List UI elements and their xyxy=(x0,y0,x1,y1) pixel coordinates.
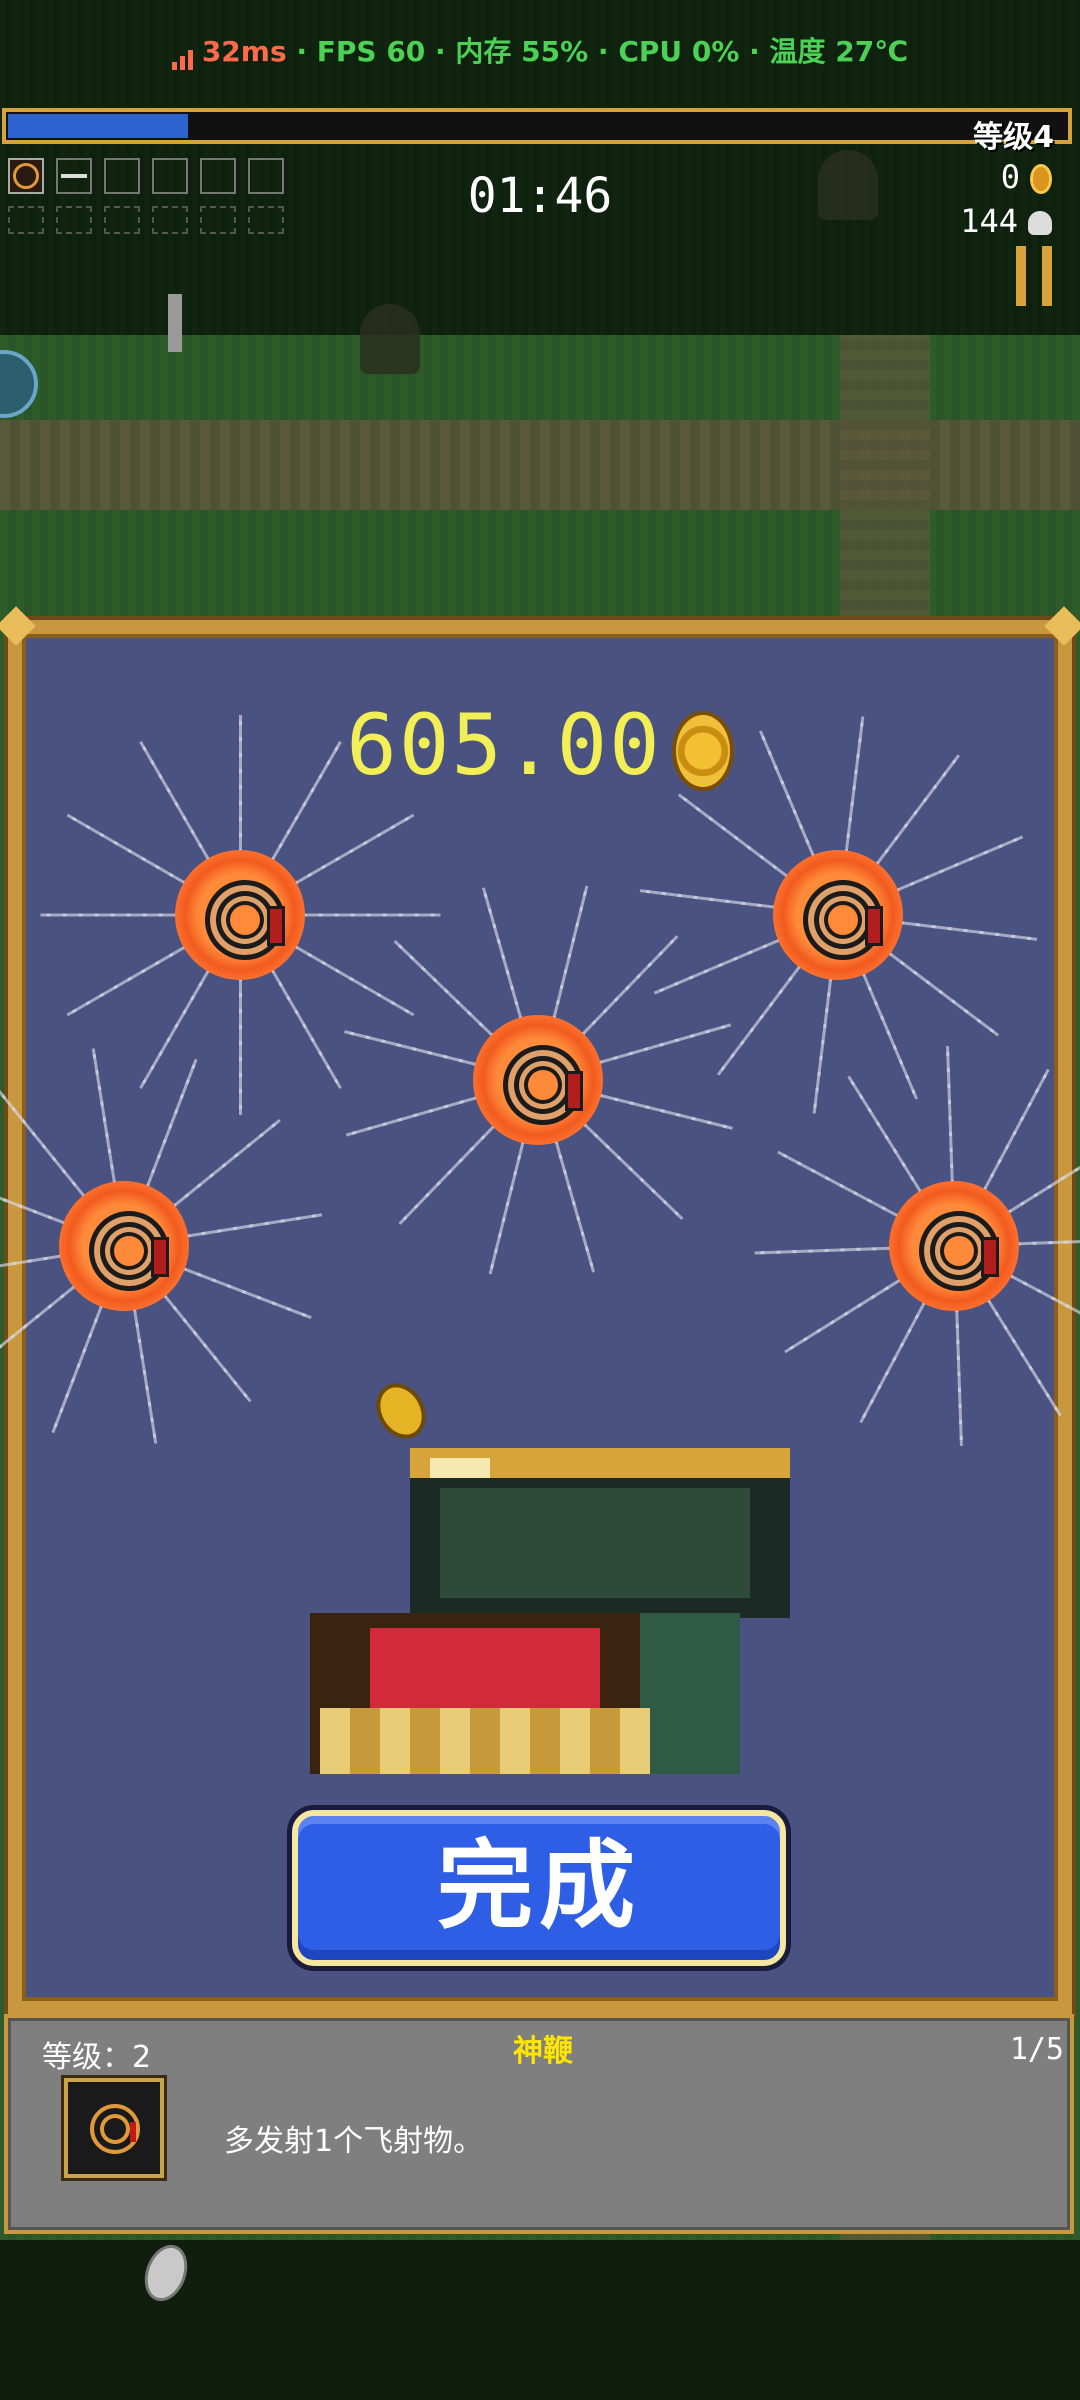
item-count: 1/5 xyxy=(1009,2032,1064,2067)
chest-side xyxy=(640,1613,740,1774)
survival-timer: 01:46 xyxy=(467,168,613,224)
item-name: 神鞭 xyxy=(513,2034,573,2069)
pause-icon xyxy=(1042,246,1052,306)
performance-stats-text: · FPS 60 · 内存 55% · CPU 0% · 温度 27℃ xyxy=(286,35,909,68)
chest-lid-highlight xyxy=(430,1458,490,1478)
chest-lid-inner xyxy=(440,1488,750,1598)
experience-fill xyxy=(8,114,188,138)
kill-count: 144 xyxy=(960,202,1018,240)
latency-text: 32ms xyxy=(201,35,287,68)
coin-icon xyxy=(1030,164,1052,194)
device-status-bar: 32ms · FPS 60 · 内存 55% · CPU 0% · 温度 27℃ xyxy=(0,30,1080,70)
chest-bow xyxy=(370,1628,600,1708)
pause-button[interactable] xyxy=(1016,246,1056,306)
chest-reward-panel xyxy=(8,620,1072,2015)
done-button[interactable]: 完成 xyxy=(292,1810,786,1966)
stone-post xyxy=(168,294,182,352)
kill-counter: 144 xyxy=(960,199,1052,243)
item-description: 多发射1个飞射物。 xyxy=(224,2124,484,2159)
hud-counters: 0 144 xyxy=(960,155,1052,243)
item-info-panel: 等级：2 神鞭 1/5 多发射1个飞射物。 xyxy=(4,2014,1074,2234)
skull-icon xyxy=(1028,211,1052,235)
experience-bar: 等级4 xyxy=(2,108,1072,155)
gold-reward-amount: 605.00 xyxy=(346,696,662,794)
pause-icon xyxy=(1016,246,1026,306)
gold-count: 0 xyxy=(1000,158,1020,196)
treasure-chest xyxy=(310,1448,800,1774)
chest-gold-band xyxy=(320,1708,650,1774)
gold-counter: 0 xyxy=(960,155,1052,199)
signal-icon xyxy=(171,37,196,70)
enemy-sprite xyxy=(360,304,420,374)
gold-reward: 605.00 xyxy=(0,696,1080,794)
level-label: 等级4 xyxy=(973,120,1054,155)
gold-coin-icon xyxy=(671,711,734,792)
item-icon-frame xyxy=(64,2078,164,2178)
